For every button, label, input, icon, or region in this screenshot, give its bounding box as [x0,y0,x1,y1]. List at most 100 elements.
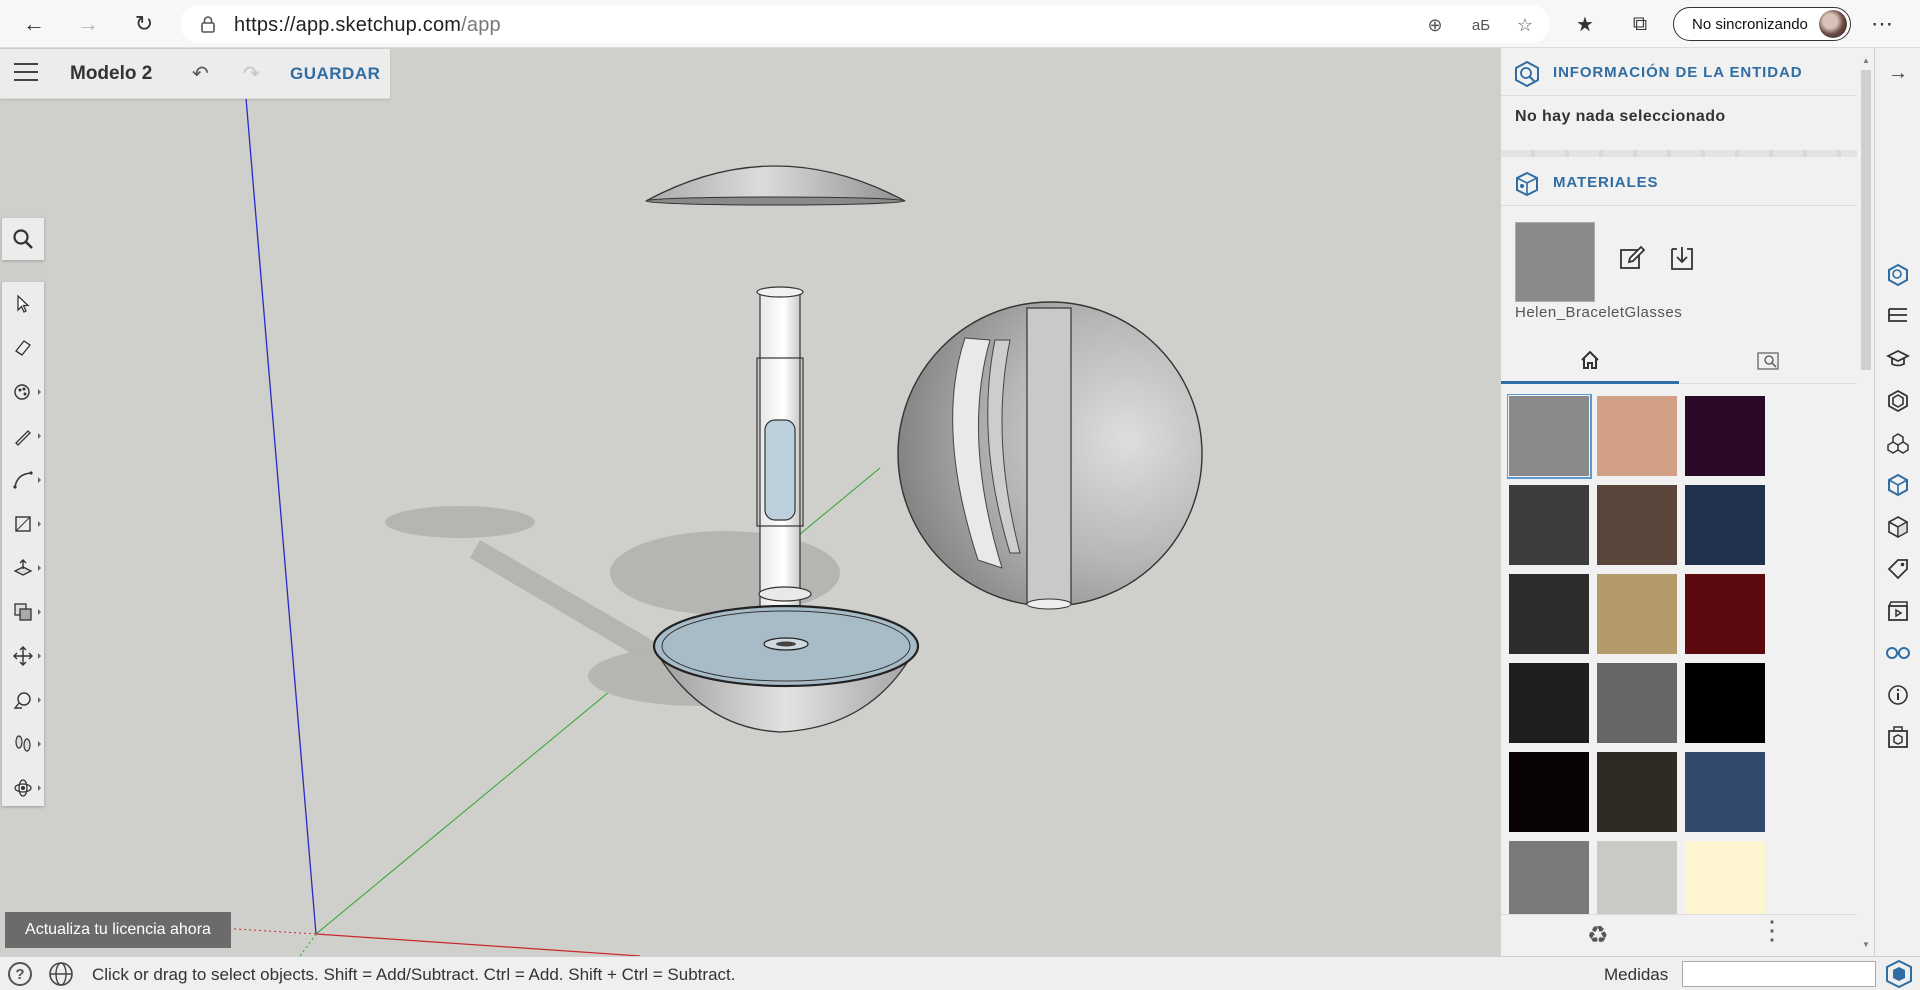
collections-icon[interactable]: ⧉ [1626,10,1654,38]
material-swatch[interactable] [1507,394,1592,479]
update-license-banner[interactable]: Actualiza tu licencia ahora [5,912,231,948]
3d-warehouse-icon[interactable] [1883,428,1913,458]
material-swatch[interactable] [1685,752,1765,832]
tags-icon[interactable] [1883,554,1913,584]
materials-header[interactable]: MATERIALES [1501,158,1857,206]
sphere-channel [1026,307,1072,605]
eraser-tool[interactable] [2,328,44,368]
save-button[interactable]: GUARDAR [290,64,380,84]
instructor-icon[interactable] [1883,344,1913,374]
scenes-icon[interactable] [1883,596,1913,626]
3d-viewport[interactable] [0,48,1500,956]
shadow-sphere [610,531,840,615]
address-bar[interactable]: https://app.sketchup.com/app ⊕ aБ ☆ [180,5,1550,43]
push-pull-tool[interactable] [2,548,44,588]
browser-toolbar: ← → ↻ https://app.sketchup.com/app ⊕ aБ … [0,0,1920,48]
material-swatch[interactable] [1509,663,1589,743]
material-swatch[interactable] [1597,663,1677,743]
redo-icon[interactable]: ↷ [243,61,260,86]
material-swatch[interactable] [1685,574,1765,654]
material-swatch[interactable] [1597,841,1677,914]
material-swatch[interactable] [1509,841,1589,914]
menu-icon[interactable] [14,63,38,83]
sketchup-logo-icon[interactable] [1884,959,1914,989]
import-material-icon[interactable] [1667,244,1697,274]
favorites-icon[interactable]: ★ [1571,10,1599,38]
panel-scrollbar[interactable]: ▲ ▼ [1857,48,1875,956]
back-icon[interactable]: ← [18,8,50,40]
measurements-input[interactable] [1682,961,1876,987]
material-swatch[interactable] [1685,485,1765,565]
entity-info-header[interactable]: INFORMACIÓN DE LA ENTIDAD [1501,48,1857,96]
more-menu-icon[interactable]: ⋯ [1868,10,1896,38]
material-swatch[interactable] [1597,485,1677,565]
url-text[interactable]: https://app.sketchup.com/app [234,14,501,37]
lock-icon[interactable] [198,14,218,34]
select-tool[interactable] [2,284,44,324]
material-swatch[interactable] [1597,396,1677,476]
forward-icon[interactable]: → [72,8,104,40]
purge-unused-icon[interactable]: ♻ [1587,921,1609,950]
collapse-panel-icon[interactable]: → [1883,58,1913,88]
more-options-icon[interactable]: ⋮ [1759,917,1785,943]
materials-icon [1516,171,1538,197]
model-scene[interactable] [0,48,1500,956]
material-swatch[interactable] [1509,752,1589,832]
entity-info-panel-icon[interactable] [1883,260,1913,290]
current-material-swatch[interactable] [1515,222,1595,302]
status-bar: ? Click or drag to select objects. Shift… [0,956,1920,990]
tube-base [758,586,812,602]
scroll-up-arrow[interactable]: ▲ [1862,56,1870,65]
blue-axis [245,97,317,935]
arc-icon [13,471,33,489]
line-tool[interactable] [2,416,44,456]
measurements-label: Medidas [1604,965,1669,984]
orbit-tool[interactable] [2,768,44,808]
reload-icon[interactable]: ↻ [128,8,160,40]
materials-panel-icon[interactable] [1883,470,1913,500]
material-swatch[interactable] [1685,663,1765,743]
outliner-icon[interactable] [1883,302,1913,332]
globe-icon[interactable] [48,961,74,987]
display-glasses-icon[interactable] [1883,638,1913,668]
profile-button[interactable]: No sincronizando [1673,7,1851,41]
tab-in-model[interactable] [1501,338,1679,384]
arc-tool[interactable] [2,460,44,500]
material-swatch[interactable] [1685,396,1765,476]
help-icon[interactable]: ? [8,962,32,986]
components-icon[interactable] [1883,386,1913,416]
tab-browse-materials[interactable] [1679,338,1857,384]
right-panel: INFORMACIÓN DE LA ENTIDAD No hay nada se… [1500,48,1875,956]
search-tool-button[interactable] [2,218,44,260]
entity-info-status: No hay nada seleccionado [1515,108,1726,125]
dome-rim [645,196,905,206]
info-icon[interactable] [1883,680,1913,710]
material-swatch[interactable] [1685,841,1765,914]
current-material-name: Helen_BraceletGlasses [1515,304,1683,321]
walk-tool[interactable] [2,724,44,764]
tape-measure-tool[interactable] [2,680,44,720]
favorite-add-icon[interactable]: ☆ [1514,14,1536,36]
material-swatch[interactable] [1509,574,1589,654]
model-title[interactable]: Modelo 2 [70,63,152,85]
sphere-channel-end [1026,598,1072,610]
material-swatch[interactable] [1597,752,1677,832]
translate-icon[interactable]: aБ [1470,14,1492,36]
add-site-icon[interactable]: ⊕ [1424,14,1446,36]
edit-material-icon[interactable] [1617,244,1647,274]
paint-bucket-tool[interactable] [2,372,44,412]
scroll-thumb[interactable] [1861,70,1871,370]
push-pull-icon [13,559,33,576]
move-tool[interactable] [2,636,44,676]
model-header-bar: Modelo 2 ↶ ↷ GUARDAR [0,49,390,99]
extensions-icon[interactable] [1883,722,1913,752]
scroll-down-arrow[interactable]: ▼ [1862,940,1870,949]
styles-icon[interactable] [1883,512,1913,542]
status-hint-text: Click or drag to select objects. Shift =… [92,965,736,984]
material-swatch[interactable] [1597,574,1677,654]
offset-tool[interactable] [2,592,44,632]
rectangle-tool[interactable] [2,504,44,544]
dome-lid[interactable] [645,165,906,202]
material-swatch[interactable] [1509,485,1589,565]
undo-icon[interactable]: ↶ [192,61,209,86]
